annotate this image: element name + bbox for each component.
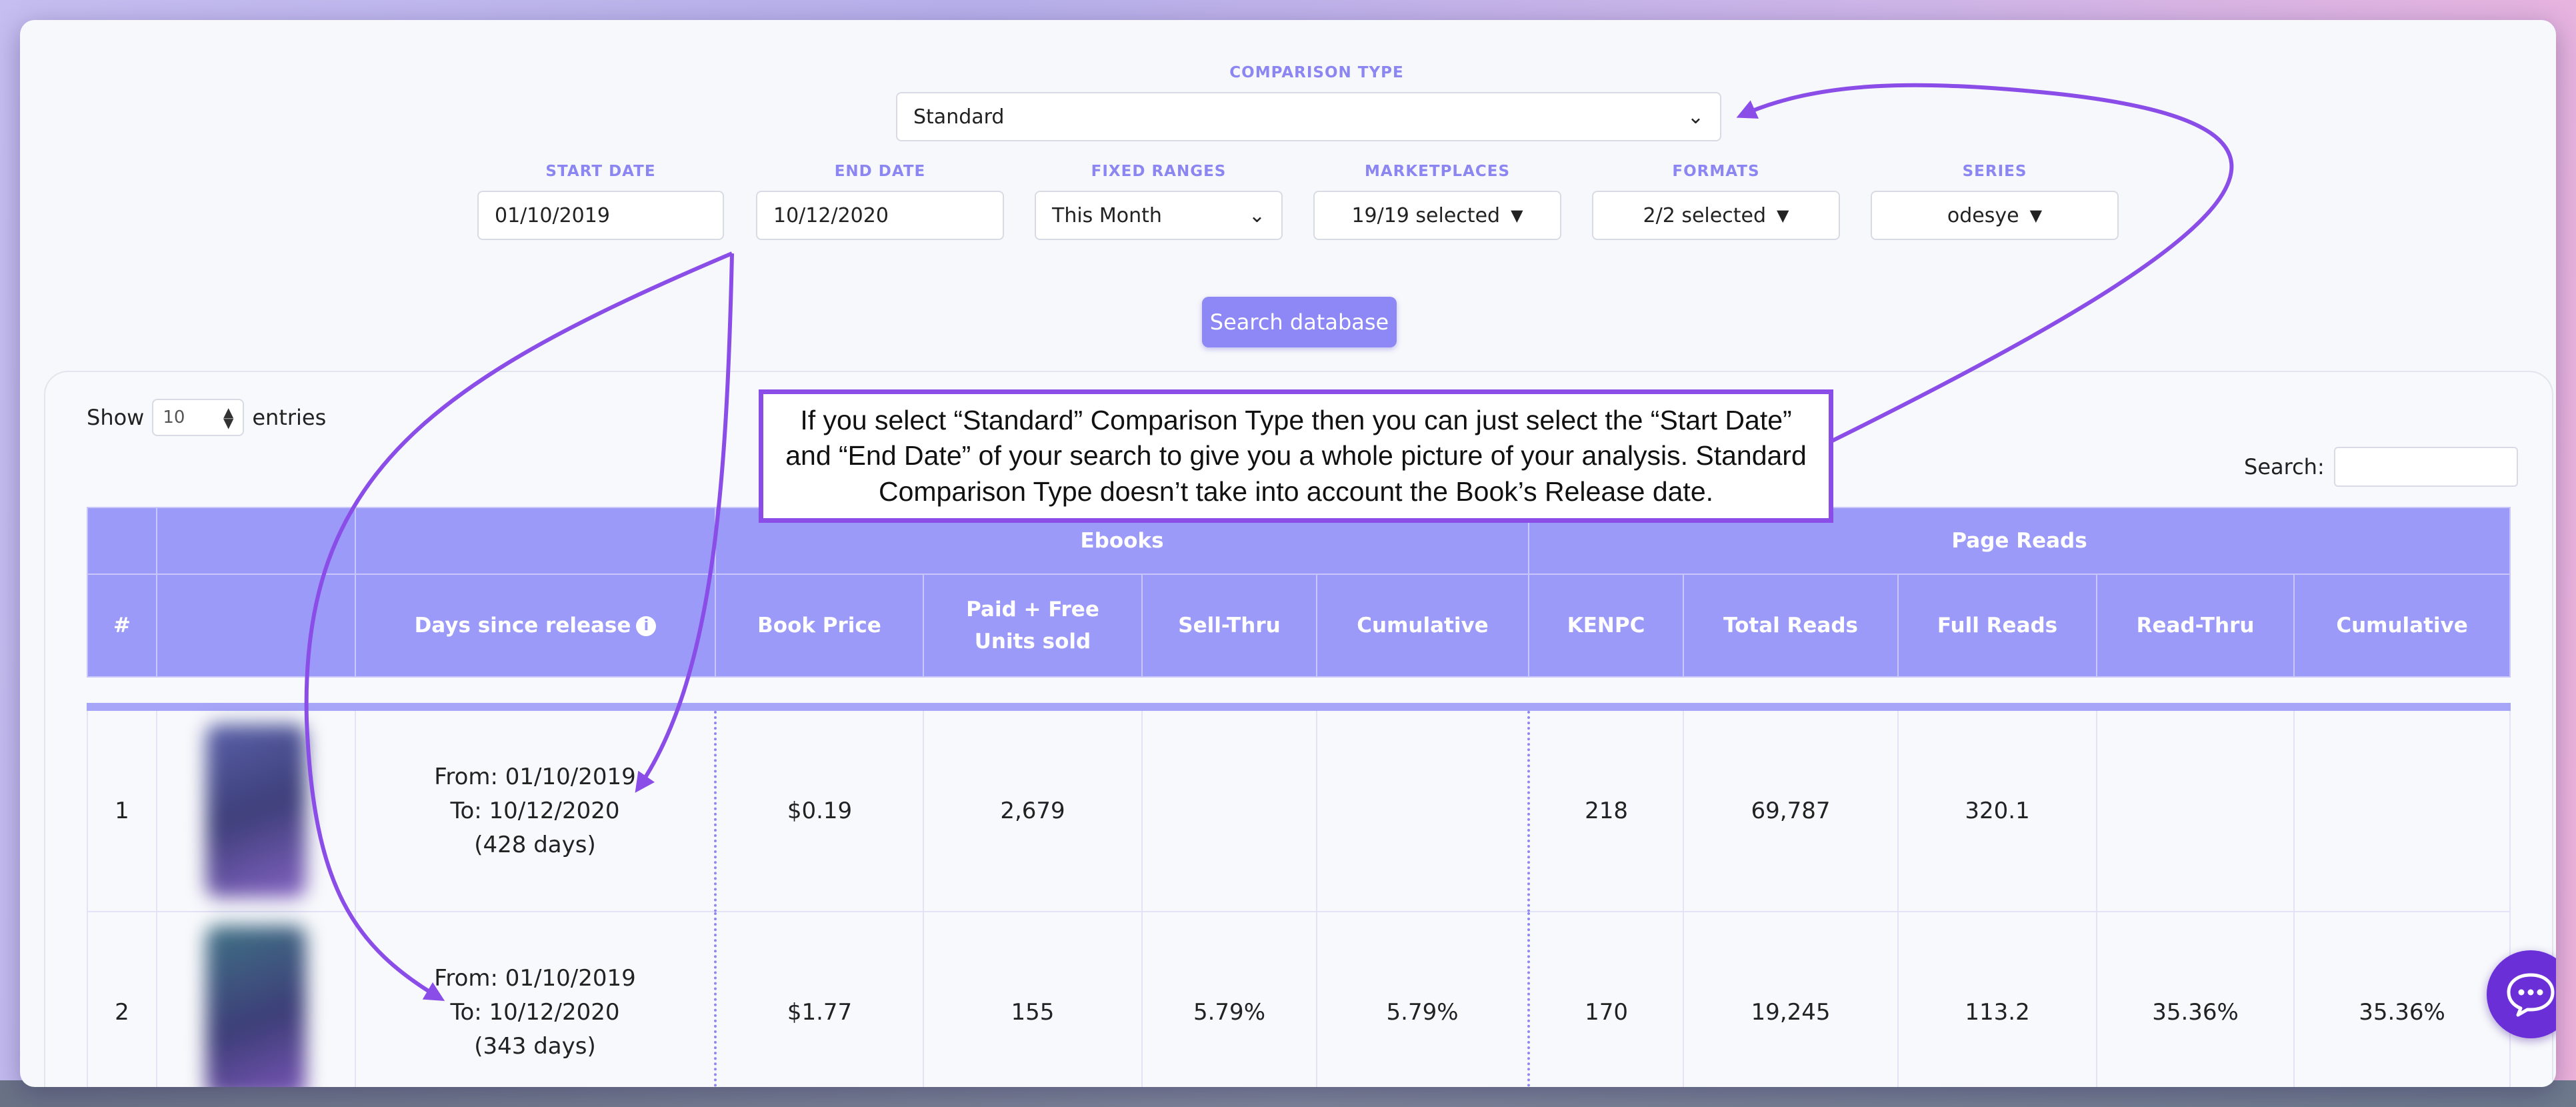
comparison-type-label: COMPARISON TYPE — [1229, 64, 1404, 81]
series-label: SERIES — [1962, 163, 2027, 180]
row-cumulative-reads: 35.36% — [2293, 911, 2511, 1087]
search-database-button[interactable]: Search database — [1202, 297, 1397, 347]
group-header-blank — [87, 507, 157, 575]
col-header-book-price[interactable]: Book Price — [715, 574, 924, 678]
caret-down-icon: ▼ — [1776, 206, 1789, 225]
marketplaces-dropdown[interactable]: 19/19 selected ▼ — [1313, 191, 1561, 240]
book-cover[interactable] — [156, 911, 356, 1087]
app-window: COMPARISON TYPE Standard ⌄ START DATE 01… — [20, 20, 2556, 1087]
row-from: From: 01/10/2019 — [434, 964, 636, 992]
end-date-label: END DATE — [834, 163, 926, 180]
end-date-value: 10/12/2020 — [773, 203, 889, 227]
start-date-input[interactable]: 01/10/2019 — [477, 191, 724, 240]
col-header-days-label: Days since release — [414, 613, 631, 638]
row-cumulative-reads — [2293, 706, 2511, 912]
series-value: odesye — [1947, 203, 2019, 227]
group-header-blank — [355, 507, 716, 575]
row-total-reads: 19,245 — [1683, 911, 1899, 1087]
row-from: From: 01/10/2019 — [434, 763, 636, 790]
entries-value: 10 — [163, 407, 185, 427]
row-num: 1 — [87, 706, 157, 912]
marketplaces-label: MARKETPLACES — [1364, 163, 1511, 180]
formats-value: 2/2 selected — [1643, 203, 1766, 227]
row-to: To: 10/12/2020 — [450, 797, 620, 824]
sort-arrows-icon: ▲ ▼ — [223, 404, 234, 431]
chevron-down-icon: ⌄ — [1687, 105, 1704, 129]
row-days: From: 01/10/2019 To: 10/12/2020 (343 day… — [355, 911, 717, 1087]
col-header-num[interactable]: # — [87, 574, 157, 678]
results-table: Ebooks Page Reads # Days since release i … — [87, 507, 2511, 1087]
row-sell-thru: 5.79% — [1141, 911, 1317, 1087]
col-header-units-line2: Units sold — [974, 630, 1091, 654]
show-label: Show — [87, 405, 145, 430]
row-cumulative-ebooks — [1315, 706, 1531, 912]
col-header-units-sold[interactable]: Paid + Free Units sold — [923, 574, 1143, 678]
col-header-cumulative-reads[interactable]: Cumulative — [2293, 574, 2511, 678]
annotation-text: If you select “Standard” Comparison Type… — [785, 405, 1807, 507]
table-row: 1 From: 01/10/2019 To: 10/12/2020 (428 d… — [87, 706, 2511, 912]
row-read-thru: 35.36% — [2096, 911, 2295, 1087]
row-cumulative-ebooks: 5.79% — [1315, 911, 1531, 1087]
col-header-sell-thru[interactable]: Sell-Thru — [1141, 574, 1317, 678]
end-date-input[interactable]: 10/12/2020 — [756, 191, 1004, 240]
search-input[interactable] — [2333, 447, 2518, 487]
row-full-reads: 320.1 — [1897, 706, 2098, 912]
series-dropdown[interactable]: odesye ▼ — [1871, 191, 2119, 240]
entries-select[interactable]: 10 ▲ ▼ — [152, 399, 245, 436]
row-kenpc: 218 — [1528, 706, 1685, 912]
start-date-value: 01/10/2019 — [495, 203, 610, 227]
row-read-thru — [2096, 706, 2295, 912]
chat-icon — [2507, 973, 2555, 1017]
caret-down-icon: ▼ — [2029, 206, 2043, 225]
start-date-label: START DATE — [545, 163, 656, 180]
table-row: 2 From: 01/10/2019 To: 10/12/2020 (343 d… — [87, 911, 2511, 1087]
col-header-days[interactable]: Days since release i — [355, 574, 716, 678]
book-cover-image — [206, 724, 306, 898]
book-cover-image — [206, 926, 306, 1087]
row-days-count: (343 days) — [474, 1032, 596, 1060]
table-search: Search: — [2244, 447, 2518, 487]
col-header-cumulative-ebooks[interactable]: Cumulative — [1315, 574, 1530, 678]
col-header-units-line1: Paid + Free — [966, 597, 1099, 622]
row-kenpc: 170 — [1528, 911, 1685, 1087]
formats-label: FORMATS — [1672, 163, 1760, 180]
row-units-sold: 2,679 — [923, 706, 1143, 912]
row-num: 2 — [87, 911, 157, 1087]
fixed-ranges-value: This Month — [1052, 203, 1162, 227]
formats-dropdown[interactable]: 2/2 selected ▼ — [1592, 191, 1840, 240]
row-days: From: 01/10/2019 To: 10/12/2020 (428 day… — [355, 706, 717, 912]
row-units-sold: 155 — [923, 911, 1143, 1087]
caret-down-icon: ▼ — [1511, 206, 1523, 225]
entries-label: entries — [252, 405, 327, 430]
fixed-ranges-label: FIXED RANGES — [1091, 163, 1227, 180]
row-to: To: 10/12/2020 — [450, 998, 620, 1026]
comparison-type-value: Standard — [913, 105, 1005, 129]
col-header-cover — [156, 574, 356, 678]
col-header-read-thru[interactable]: Read-Thru — [2096, 574, 2295, 678]
search-label: Search: — [2244, 454, 2325, 479]
col-header-total-reads[interactable]: Total Reads — [1683, 574, 1899, 678]
table-divider — [87, 677, 2511, 711]
comparison-type-select[interactable]: Standard ⌄ — [896, 92, 1721, 141]
info-icon[interactable]: i — [636, 616, 657, 637]
row-sell-thru — [1141, 706, 1317, 912]
row-book-price: $1.77 — [715, 911, 924, 1087]
group-header-blank — [156, 507, 356, 575]
marketplaces-value: 19/19 selected — [1351, 203, 1501, 227]
book-cover[interactable] — [156, 706, 356, 912]
chevron-down-icon: ⌄ — [1248, 203, 1265, 227]
column-header-row: # Days since release i Book Price Paid + … — [87, 574, 2511, 678]
annotation-callout: If you select “Standard” Comparison Type… — [759, 389, 1833, 523]
show-entries-control: Show 10 ▲ ▼ entries — [87, 399, 326, 436]
row-total-reads: 69,787 — [1683, 706, 1899, 912]
row-book-price: $0.19 — [715, 706, 924, 912]
col-header-full-reads[interactable]: Full Reads — [1897, 574, 2098, 678]
row-days-count: (428 days) — [474, 831, 596, 858]
row-full-reads: 113.2 — [1897, 911, 2098, 1087]
fixed-ranges-select[interactable]: This Month ⌄ — [1035, 191, 1283, 240]
col-header-kenpc[interactable]: KENPC — [1528, 574, 1685, 678]
table-divider-cell — [87, 677, 2511, 711]
